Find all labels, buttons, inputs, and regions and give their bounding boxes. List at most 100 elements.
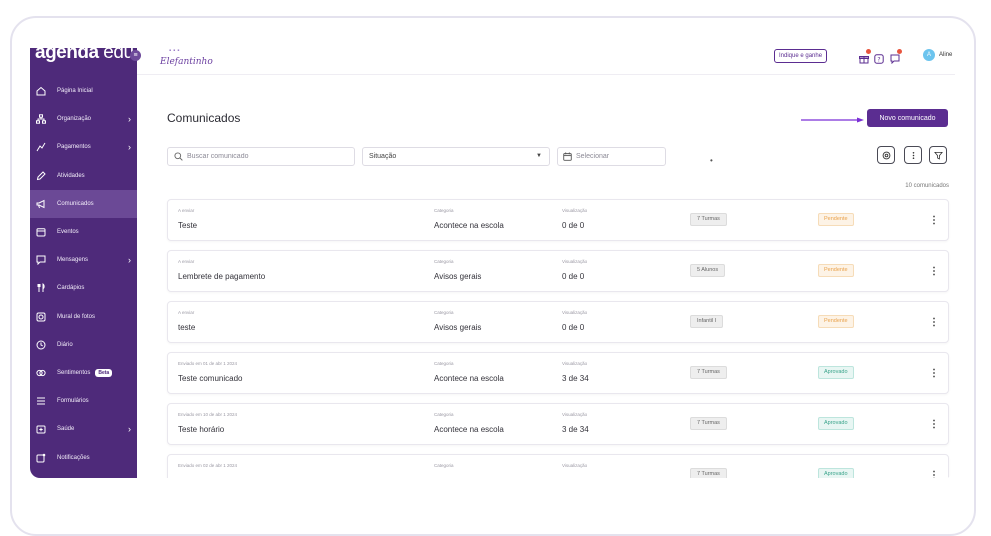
sidebar-item-label: Organização (57, 116, 92, 123)
chevron-right-icon: › (128, 255, 131, 266)
sidebar-item-10[interactable]: Sentimentos Beta (30, 359, 137, 387)
school-logo-icon: ▪▪▪ (169, 48, 182, 54)
announcement-card[interactable]: Enviado em 02 de abr 1 2024 Categoria Visu… (167, 454, 949, 478)
money-icon (36, 142, 46, 152)
announcement-title: Teste horário (178, 425, 225, 434)
sidebar-item-label: Pagamentos (57, 144, 91, 151)
sidebar-item-3[interactable]: Atividades (30, 162, 137, 190)
views-label: Visualização (562, 463, 588, 468)
sidebar-item-label: Mensagens (57, 257, 89, 264)
audience-tag: 7 Turmas (690, 417, 727, 430)
views-value: 3 de 34 (562, 425, 589, 434)
announcement-title: Teste comunicado (178, 374, 243, 383)
search-input[interactable] (187, 153, 347, 160)
category-label: Categoria (434, 259, 454, 264)
views-value: 0 de 0 (562, 323, 585, 332)
category-label: Categoria (434, 208, 454, 213)
announcement-title: teste (178, 323, 196, 332)
filter-button[interactable] (929, 146, 947, 164)
messages-notification-dot (897, 49, 902, 54)
kebab-icon[interactable]: ⋮ (929, 471, 939, 479)
indique-button[interactable]: Indique e ganhe (774, 49, 828, 63)
situation-select[interactable]: Situação ▼ (362, 147, 550, 166)
status-badge: Aprovado (818, 366, 854, 379)
sidebar-item-label: Formulários (57, 398, 89, 405)
sidebar-item-13[interactable]: Notificações (30, 443, 137, 471)
sidebar-item-4[interactable]: Comunicados (30, 189, 137, 218)
sidebar-item-6[interactable]: Mensagens › (30, 246, 137, 274)
help-icon[interactable]: ? (874, 51, 884, 64)
sidebar-item-label: Eventos (57, 229, 79, 236)
kebab-icon[interactable]: ⋮ (929, 216, 939, 226)
status-badge: Pendente (818, 213, 854, 226)
announcement-count: 10 comunicados (905, 183, 949, 189)
sidebar-item-1[interactable]: Organização › (30, 105, 137, 133)
cutlery-icon (36, 283, 46, 293)
filter-icon (933, 151, 943, 160)
sidebar-item-label: Cardápios (57, 285, 85, 292)
sidebar-item-9[interactable]: Diário (30, 331, 137, 359)
announcement-card[interactable]: A enviar Lembrete de pagamento Categoria Av… (167, 250, 949, 292)
date-picker[interactable]: Selecionar (557, 147, 666, 166)
announcement-card[interactable]: A enviar Teste Categoria Acontece na escola… (167, 199, 949, 241)
sidebar-item-5[interactable]: Eventos (30, 218, 137, 246)
kebab-icon[interactable]: ⋮ (929, 420, 939, 430)
chat-icon (36, 255, 46, 266)
chevron-right-icon: › (128, 424, 131, 435)
top-bar: ▪▪▪ Elefantinho Indique e ganhe ? A Alin… (137, 48, 955, 75)
sidebar-item-label: Saúde (57, 426, 75, 433)
health-icon (36, 424, 46, 434)
settings-button[interactable] (877, 146, 895, 164)
calendar-icon (563, 152, 572, 161)
clock-icon (36, 340, 46, 350)
pencil-icon (36, 170, 46, 181)
status-badge: Aprovado (818, 417, 854, 430)
sidebar-item-label: Sentimentos (57, 369, 91, 376)
search-icon (174, 152, 183, 161)
feelings-icon (36, 368, 46, 378)
sidebar: agenda edu ≡ Página Inicial Organização › P… (30, 48, 141, 478)
sidebar-item-12[interactable]: Saúde › (30, 415, 137, 443)
sidebar-item-11[interactable]: Formulários (30, 387, 137, 415)
audience-tag: 7 Turmas (690, 366, 727, 379)
views-label: Visualização (562, 310, 588, 315)
user-name[interactable]: Aline (939, 52, 952, 58)
sidebar-item-8[interactable]: Mural de fotos (30, 303, 137, 331)
sidebar-item-2[interactable]: Pagamentos › (30, 133, 137, 161)
chevron-right-icon: › (128, 142, 131, 153)
new-announcement-button[interactable]: Novo comunicado (867, 109, 948, 127)
app-logo: agenda edu (35, 48, 134, 63)
category-value: Acontece na escola (434, 221, 504, 230)
kebab-icon[interactable]: ⋮ (929, 267, 939, 277)
more-options-button[interactable] (904, 146, 922, 164)
situation-label: Situação (369, 153, 397, 160)
page-title: Comunicados (167, 111, 241, 125)
date-placeholder: Selecionar (576, 153, 610, 160)
gift-notification-dot (866, 49, 871, 54)
notification-icon (36, 453, 46, 463)
views-label: Visualização (562, 208, 588, 213)
arrow-right-icon (801, 117, 864, 123)
announcement-card[interactable]: Enviado em 10 de abr 1 2024 Teste horário… (167, 403, 949, 445)
kebab-icon[interactable]: ⋮ (929, 318, 939, 328)
announcement-card[interactable]: Enviado em 01 de abr 1 2024 Teste comunic… (167, 352, 949, 394)
org-chart-icon (36, 114, 46, 124)
app: agenda edu ≡ Página Inicial Organização › P… (30, 48, 955, 478)
audience-tag: Infantil I (690, 315, 724, 328)
sidebar-item-7[interactable]: Cardápios (30, 274, 137, 302)
megaphone-icon (36, 199, 46, 209)
views-value: 3 de 34 (562, 374, 589, 383)
category-label: Categoria (434, 463, 454, 468)
kebab-icon[interactable]: ⋮ (929, 369, 939, 379)
main-content: Comunicados Novo comunicado Situação ▼ S… (137, 75, 955, 478)
avatar[interactable]: A (923, 49, 935, 61)
category-label: Categoria (434, 361, 454, 366)
announcement-list: A enviar Teste Categoria Acontece na escola… (167, 199, 949, 478)
sidebar-item-0[interactable]: Página Inicial (30, 77, 137, 105)
search-box[interactable] (167, 147, 355, 166)
views-label: Visualização (562, 412, 588, 417)
audience-tag: 7 Turmas (690, 213, 727, 226)
announcement-card[interactable]: A enviar teste Categoria Avisos gerais Visua… (167, 301, 949, 343)
category-value: Avisos gerais (434, 272, 482, 281)
gear-icon (882, 151, 890, 159)
